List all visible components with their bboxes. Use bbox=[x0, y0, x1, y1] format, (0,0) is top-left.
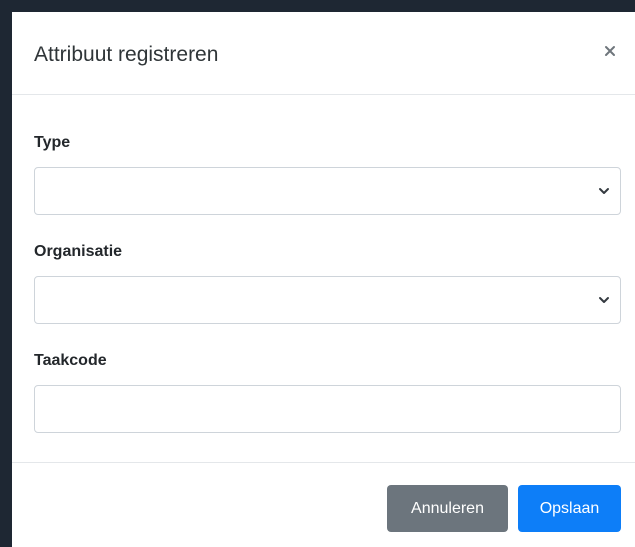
taakcode-label: Taakcode bbox=[34, 352, 107, 369]
type-select[interactable] bbox=[34, 167, 621, 215]
organisatie-select[interactable] bbox=[34, 276, 621, 324]
type-label: Type bbox=[34, 134, 71, 151]
dialog-title: Attribuut registreren bbox=[34, 43, 219, 66]
chevron-down-icon bbox=[599, 188, 609, 194]
dialog-body: Type Organisatie Taakcode bbox=[12, 96, 635, 462]
taakcode-input[interactable] bbox=[34, 385, 621, 433]
close-icon bbox=[605, 46, 615, 56]
cancel-button[interactable]: Annuleren bbox=[387, 485, 508, 532]
dialog-footer: Annuleren Opslaan bbox=[12, 462, 635, 547]
close-button[interactable] bbox=[599, 40, 621, 62]
chevron-down-icon bbox=[599, 297, 609, 303]
attribute-dialog: Attribuut registreren Type Organisatie T… bbox=[12, 12, 635, 547]
dialog-header: Attribuut registreren bbox=[12, 12, 635, 95]
organisatie-label: Organisatie bbox=[34, 243, 123, 260]
save-button[interactable]: Opslaan bbox=[518, 485, 621, 532]
